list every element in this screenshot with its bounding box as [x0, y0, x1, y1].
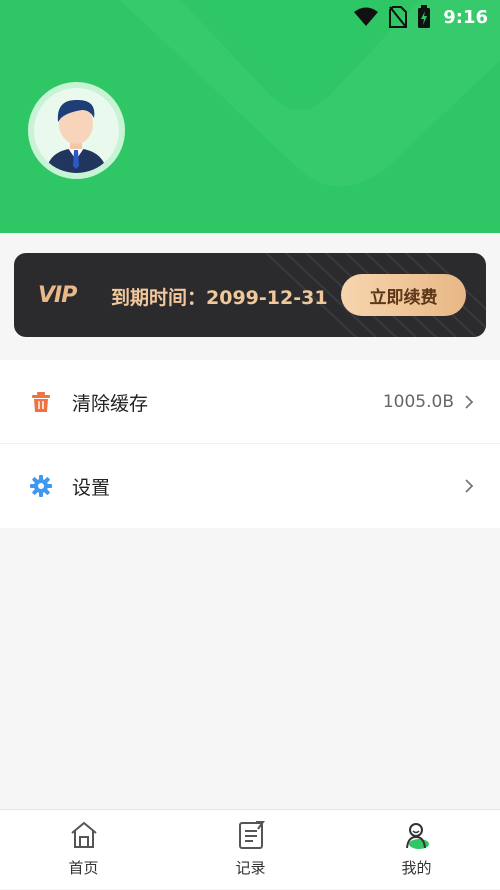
- tab-home[interactable]: 首页: [0, 810, 167, 890]
- renew-button[interactable]: 立即续费: [341, 274, 466, 316]
- avatar-businessman-icon: [46, 99, 107, 173]
- battery-charging-icon: [418, 5, 431, 28]
- settings-row[interactable]: 设置: [0, 444, 500, 528]
- gear-icon: [30, 475, 52, 497]
- tab-home-label: 首页: [68, 859, 99, 877]
- status-bar: 9:16: [0, 0, 500, 34]
- tab-profile[interactable]: 我的: [333, 810, 500, 890]
- cache-size-value: 1005.0B: [382, 392, 454, 412]
- chevron-right-icon: [465, 395, 474, 409]
- clear-cache-label: 清除缓存: [72, 392, 149, 415]
- avatar[interactable]: [28, 82, 125, 179]
- profile-icon: [405, 823, 429, 849]
- home-icon: [70, 821, 97, 848]
- vip-card: VIP 到期时间：2099-12-31 立即续费: [14, 253, 486, 337]
- profile-header: 9:16: [0, 0, 500, 233]
- record-icon: [238, 821, 265, 849]
- clear-cache-row[interactable]: 清除缓存 1005.0B: [0, 360, 500, 444]
- trash-icon: [32, 392, 50, 412]
- chevron-right-icon: [465, 479, 474, 493]
- bottom-tab-bar: 首页 记录 我的: [0, 809, 500, 889]
- tab-record[interactable]: 记录: [167, 810, 334, 890]
- vip-logo: VIP: [38, 283, 77, 308]
- status-time: 9:16: [443, 6, 488, 28]
- settings-label: 设置: [72, 476, 111, 499]
- vip-expire-date: 到期时间：2099-12-31: [111, 287, 328, 309]
- tab-record-label: 记录: [235, 859, 266, 877]
- tab-profile-label: 我的: [401, 859, 432, 877]
- wifi-icon: [354, 7, 379, 26]
- no-sim-icon: [389, 6, 408, 28]
